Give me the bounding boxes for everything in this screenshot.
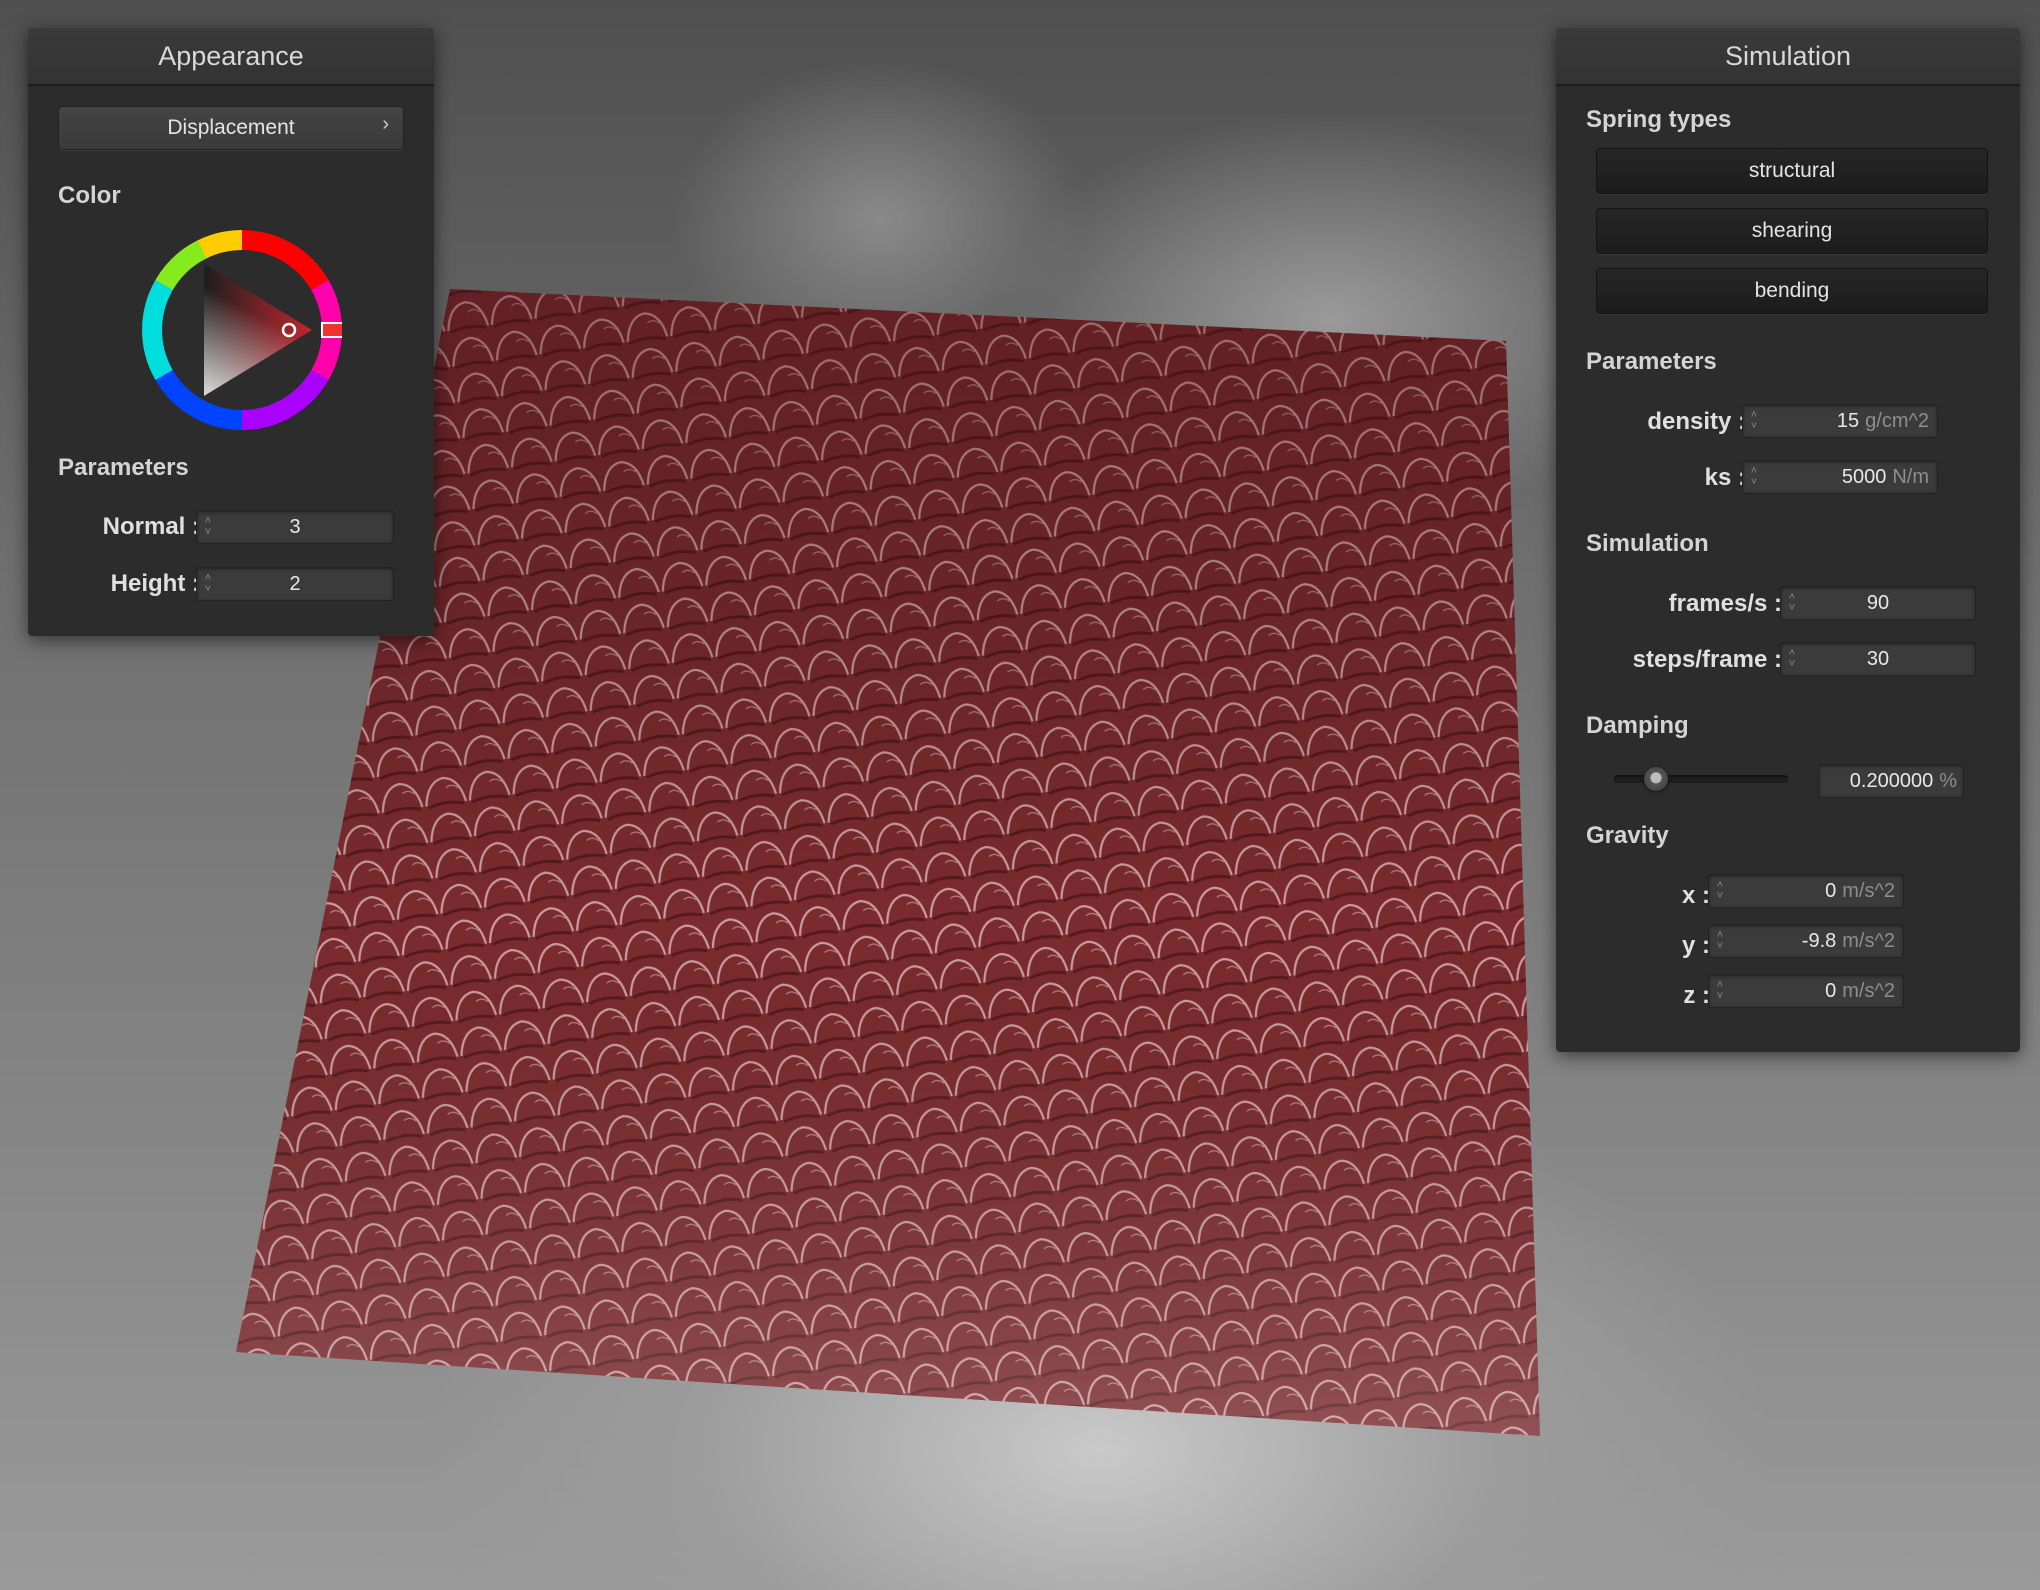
gravity-y-unit: m/s^2 [1842,929,1895,952]
spinner-icon[interactable]: ˄ ˅ [197,568,219,600]
spinner-icon[interactable]: ˄ ˅ [1781,587,1803,619]
gravity-x-value: 0 [1825,879,1837,902]
spinner-icon[interactable]: ˄ ˅ [1743,461,1765,493]
appearance-panel-title: Appearance [28,28,434,86]
simulation-section-label: Simulation [1586,530,1709,557]
bending-button-label: bending [1754,279,1830,302]
spinner-icon[interactable]: ˄ ˅ [1709,875,1731,907]
spinner-icon[interactable]: ˄ ˅ [1709,975,1731,1007]
chevron-right-icon: › [382,113,389,135]
bending-button[interactable]: bending [1596,268,1988,314]
spring-types-label: Spring types [1586,106,1732,133]
frames-per-second-input[interactable]: ˄ ˅ 90 [1780,586,1976,620]
damping-slider-track [1614,775,1788,783]
damping-slider-handle[interactable] [1644,767,1668,791]
steps-per-frame-value: 30 [1866,647,1890,670]
simulation-parameters-label: Parameters [1586,348,1717,375]
displacement-button-label: Displacement [167,116,295,139]
displacement-button[interactable]: Displacement › [58,106,404,150]
gravity-x-label: x : [1681,882,1710,909]
height-input[interactable]: ˄ ˅ 2 [196,567,394,601]
gravity-label: Gravity [1586,822,1669,849]
gravity-y-input[interactable]: ˄ ˅ -9.8 m/s^2 [1708,924,1904,958]
color-section-label: Color [58,182,121,209]
spinner-icon[interactable]: ˄ ˅ [1743,405,1765,437]
color-wheel[interactable] [142,230,342,430]
spinner-icon[interactable]: ˄ ˅ [1781,643,1803,675]
damping-value: 0.200000 [1849,769,1934,792]
density-label: density : [1647,408,1746,435]
gravity-y-value: -9.8 [1801,929,1837,952]
gravity-x-unit: m/s^2 [1842,879,1895,902]
gravity-z-label: z : [1683,982,1710,1009]
shearing-button[interactable]: shearing [1596,208,1988,254]
appearance-parameters-label: Parameters [58,454,189,481]
gravity-y-label: y : [1681,932,1710,959]
frames-per-second-label: frames/s : [1668,590,1782,617]
damping-input[interactable]: 0.200000 % [1818,764,1964,798]
steps-per-frame-label: steps/frame : [1632,646,1782,673]
appearance-panel: Appearance Displacement › Color Paramete… [28,28,434,636]
simulation-panel-title: Simulation [1556,28,2020,86]
gravity-z-input[interactable]: ˄ ˅ 0 m/s^2 [1708,974,1904,1008]
hue-selector-handle [321,322,342,338]
damping-label: Damping [1586,712,1689,739]
shearing-button-label: shearing [1751,219,1833,242]
normal-value: 3 [289,515,301,538]
density-value: 15 [1836,409,1860,432]
spinner-icon[interactable]: ˄ ˅ [197,511,219,543]
height-label: Height : [110,570,200,597]
structural-button[interactable]: structural [1596,148,1988,194]
frames-per-second-value: 90 [1866,591,1890,614]
ks-unit: N/m [1892,465,1929,488]
spinner-icon[interactable]: ˄ ˅ [1709,925,1731,957]
density-input[interactable]: ˄ ˅ 15 g/cm^2 [1742,404,1938,438]
ks-value: 5000 [1841,465,1887,488]
ks-label: ks : [1704,464,1746,491]
gravity-z-value: 0 [1825,979,1837,1002]
damping-slider[interactable] [1614,764,1788,794]
ks-input[interactable]: ˄ ˅ 5000 N/m [1742,460,1938,494]
steps-per-frame-input[interactable]: ˄ ˅ 30 [1780,642,1976,676]
normal-label: Normal : [102,513,200,540]
structural-button-label: structural [1748,159,1836,182]
gravity-x-input[interactable]: ˄ ˅ 0 m/s^2 [1708,874,1904,908]
simulation-panel: Simulation Spring types structural shear… [1556,28,2020,1052]
gravity-z-unit: m/s^2 [1842,979,1895,1002]
damping-unit: % [1939,769,1957,792]
density-unit: g/cm^2 [1865,409,1929,432]
normal-input[interactable]: ˄ ˅ 3 [196,510,394,544]
height-value: 2 [289,572,301,595]
